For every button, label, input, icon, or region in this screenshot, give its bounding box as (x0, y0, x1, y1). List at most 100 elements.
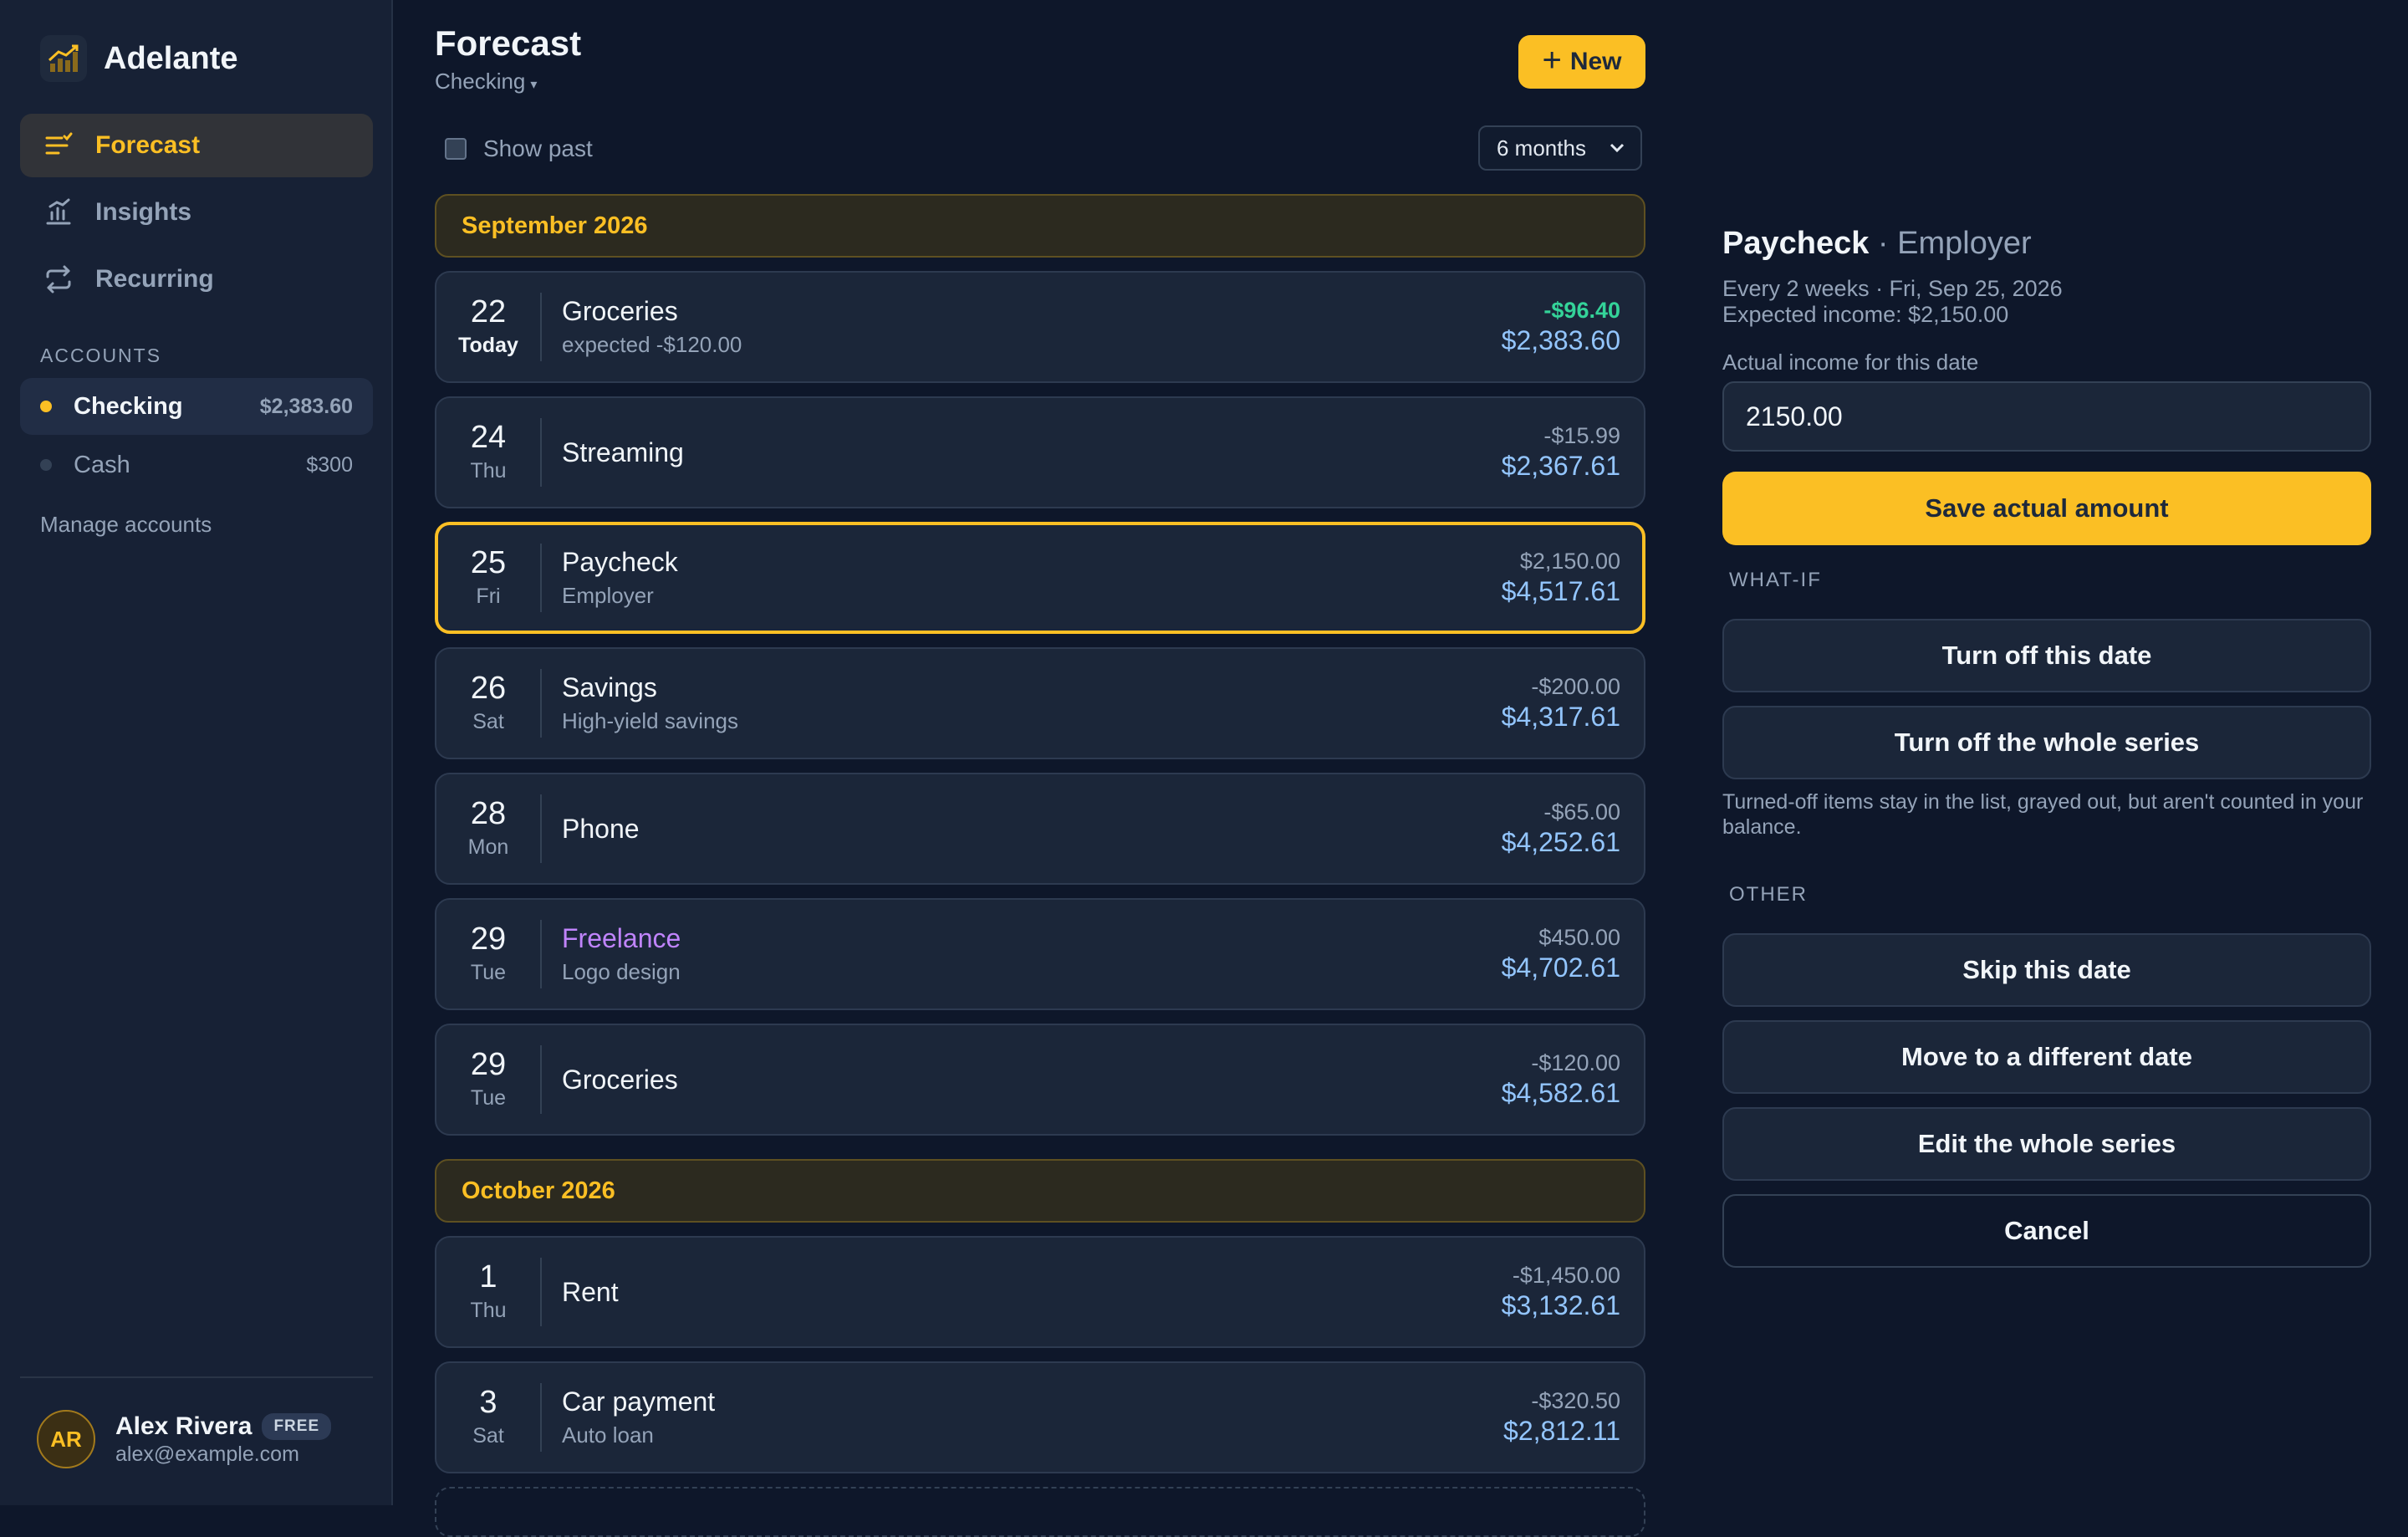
row-subtitle: Employer (562, 583, 654, 608)
row-title: Phone (562, 813, 640, 844)
row-weekday: Tue (470, 1086, 507, 1111)
row-title: Paycheck (562, 547, 678, 577)
item-detail-panel: Paycheck · Employer Every 2 weeks · Fri,… (1722, 0, 2371, 1505)
row-balance: $4,702.61 (1501, 952, 1620, 983)
row-weekday: Thu (470, 459, 507, 483)
transaction-row[interactable]: 22 Today Groceries expected -$120.00 -$96.… (435, 271, 1645, 383)
insights-icon (42, 196, 75, 229)
row-weekday: Tue (470, 961, 507, 985)
range-select-value: 6 months (1497, 135, 1586, 161)
row-title: Car payment (562, 1386, 716, 1417)
row-amount: -$320.50 (1531, 1388, 1620, 1413)
row-amount: -$120.00 (1531, 1050, 1620, 1075)
panel-separator: · (1869, 226, 1898, 261)
row-day: 26 (470, 670, 507, 706)
whatif-heading: WHAT-IF (1729, 569, 1822, 591)
row-amount: -$1,450.00 (1512, 1263, 1620, 1288)
row-divider (540, 1045, 542, 1114)
transaction-row[interactable]: 28 Mon Phone -$65.00 $4,252.61 (435, 773, 1645, 885)
transaction-row[interactable]: 1 Thu Rent -$1,450.00 $3,132.61 (435, 1236, 1645, 1348)
row-divider (540, 920, 542, 988)
row-amount: -$200.00 (1531, 674, 1620, 699)
transaction-row[interactable]: 29 Tue Freelance Logo design $450.00 $4,702… (435, 898, 1645, 1010)
account-selector-label: Checking (435, 69, 526, 94)
month-header: September 2026 (435, 194, 1645, 258)
nav-item-recurring[interactable]: Recurring (20, 248, 373, 311)
turn-off-date-button[interactable]: Turn off this date (1722, 619, 2371, 692)
account-name: Checking (74, 392, 183, 420)
actual-income-input[interactable]: 2150.00 (1722, 381, 2371, 452)
show-past-checkbox[interactable] (445, 138, 467, 160)
row-day: 1 (479, 1259, 497, 1294)
transaction-row[interactable]: 26 Sat Savings High-yield savings -$200.00… (435, 647, 1645, 759)
transaction-row[interactable]: 29 Tue Groceries -$120.00 $4,582.61 (435, 1024, 1645, 1136)
show-past-label: Show past (483, 135, 593, 161)
row-divider (540, 293, 542, 361)
manage-accounts-link[interactable]: Manage accounts (40, 512, 212, 538)
plus-icon: + (1542, 42, 1562, 79)
show-past-toggle[interactable]: Show past (445, 135, 593, 162)
row-weekday: Sat (472, 710, 504, 734)
row-weekday: Fri (476, 585, 501, 609)
row-balance: $2,383.60 (1501, 325, 1620, 355)
row-title: Groceries (562, 296, 678, 326)
row-balance: $3,132.61 (1501, 1290, 1620, 1320)
nav-item-insights[interactable]: Insights (20, 181, 373, 244)
transaction-row[interactable]: 24 Thu Streaming -$15.99 $2,367.61 (435, 396, 1645, 508)
avatar: AR (37, 1410, 95, 1468)
account-selector[interactable]: Checking ▾ (435, 69, 537, 94)
row-weekday: Today (458, 334, 518, 358)
account-color-dot (40, 401, 52, 412)
brand[interactable]: Adelante (40, 35, 237, 82)
sidebar-divider (20, 1376, 373, 1378)
row-subtitle: Auto loan (562, 1422, 654, 1448)
row-day: 29 (470, 921, 507, 957)
row-amount: $450.00 (1538, 925, 1620, 950)
row-subtitle: High-yield savings (562, 708, 738, 733)
row-divider (540, 418, 542, 487)
range-select[interactable]: 6 months (1478, 125, 1642, 171)
row-title: Groceries (562, 1064, 678, 1095)
row-day: 28 (470, 795, 507, 831)
row-day: 24 (470, 419, 507, 455)
user-name: Alex Rivera (115, 1412, 253, 1440)
user-email: alex@example.com (115, 1442, 299, 1466)
row-divider (540, 1258, 542, 1326)
accounts-heading: ACCOUNTS (40, 345, 162, 366)
page-title: Forecast (435, 23, 582, 63)
transaction-row-selected[interactable]: 25 Fri Paycheck Employer $2,150.00 $4,517.6… (435, 522, 1645, 634)
panel-meta: Every 2 weeks · Fri, Sep 25, 2026 Expect… (1722, 276, 2063, 328)
cancel-button[interactable]: Cancel (1722, 1194, 2371, 1268)
row-balance: $4,252.61 (1501, 827, 1620, 857)
transaction-row[interactable]: 3 Sat Car payment Auto loan -$320.50 $2,812… (435, 1361, 1645, 1473)
row-divider (540, 669, 542, 738)
row-amount: $2,150.00 (1519, 549, 1620, 574)
panel-subtitle: Employer (1897, 226, 2032, 261)
nav-label: Forecast (95, 131, 201, 159)
turn-off-series-button[interactable]: Turn off the whole series (1722, 706, 2371, 779)
account-item-checking[interactable]: Checking $2,383.60 (20, 378, 373, 435)
row-subtitle: Logo design (562, 959, 681, 984)
trend-up-logo-icon (40, 35, 87, 82)
user-profile[interactable]: AR Alex Rivera FREE alex@example.com (37, 1410, 332, 1468)
app-name: Adelante (104, 40, 238, 76)
move-date-button[interactable]: Move to a different date (1722, 1020, 2371, 1094)
skip-date-button[interactable]: Skip this date (1722, 933, 2371, 1007)
row-subtitle: expected -$120.00 (562, 332, 742, 357)
new-button[interactable]: + New (1518, 35, 1645, 89)
nav-label: Insights (95, 198, 192, 226)
edit-series-button[interactable]: Edit the whole series (1722, 1107, 2371, 1181)
row-title: Savings (562, 672, 657, 702)
caret-down-icon: ▾ (530, 78, 538, 92)
chevron-down-icon (1610, 143, 1625, 153)
account-item-cash[interactable]: Cash $300 (20, 437, 373, 493)
row-balance: $2,812.11 (1503, 1416, 1620, 1446)
new-button-label: New (1569, 48, 1622, 75)
panel-title: Paycheck (1722, 226, 1870, 261)
save-actual-amount-button[interactable]: Save actual amount (1722, 472, 2371, 545)
nav-item-forecast[interactable]: Forecast (20, 114, 373, 177)
row-day: 25 (470, 544, 507, 580)
account-name: Cash (74, 451, 130, 478)
row-divider (540, 794, 542, 863)
row-title: Rent (562, 1276, 619, 1307)
